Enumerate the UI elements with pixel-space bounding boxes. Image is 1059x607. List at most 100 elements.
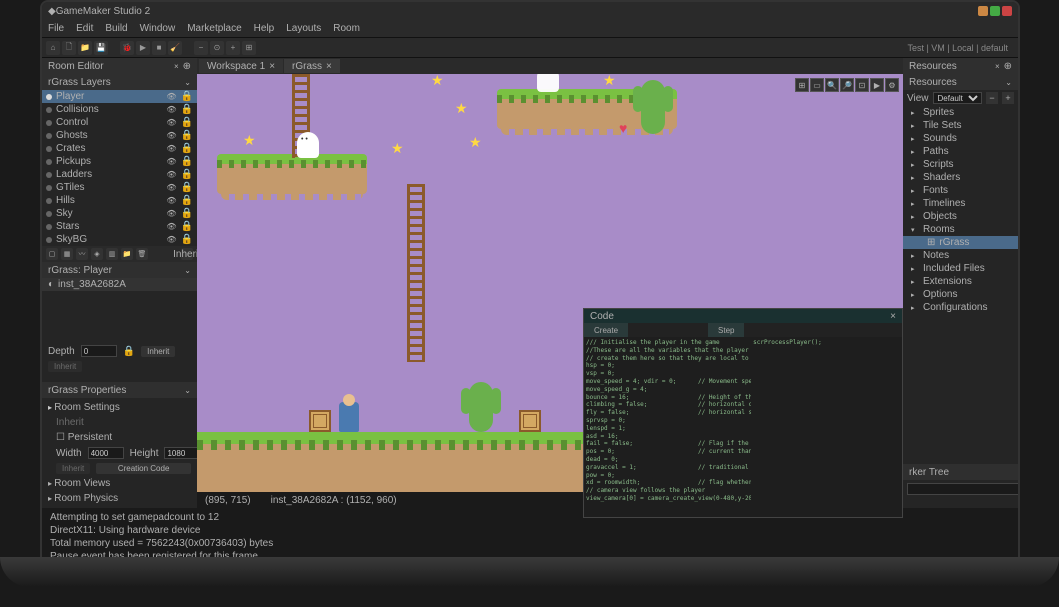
open-icon[interactable]: 📁 — [78, 41, 92, 55]
collapse-icon[interactable]: ⌄ — [184, 386, 191, 395]
minimize-icon[interactable] — [978, 6, 988, 16]
collapse-icon[interactable]: ⌄ — [184, 266, 191, 275]
zoom-in-icon[interactable]: + — [226, 41, 240, 55]
layer-row-skybg[interactable]: SkyBG👁🔒 — [42, 233, 197, 246]
settings-icon[interactable]: ⚙ — [885, 78, 899, 92]
lock-icon[interactable]: 🔒 — [181, 195, 193, 206]
inherit-button[interactable]: Inherit — [56, 463, 90, 474]
docking-icon[interactable]: ⊞ — [242, 41, 256, 55]
lock-icon[interactable]: 🔒 — [123, 346, 135, 357]
add-tab-icon[interactable]: ⊕ — [1004, 61, 1012, 72]
resource-options[interactable]: ▸Options — [903, 288, 1018, 301]
resource-objects[interactable]: ▸Objects — [903, 210, 1018, 223]
height-input[interactable] — [164, 447, 200, 459]
lock-icon[interactable]: 🔒 — [181, 234, 193, 245]
close-tab-icon[interactable]: × — [174, 62, 179, 71]
menu-file[interactable]: File — [48, 23, 64, 34]
expand-icon[interactable]: ▾ — [911, 226, 919, 234]
layer-row-gtiles[interactable]: GTiles👁🔒 — [42, 181, 197, 194]
room-editor-tab[interactable]: Room Editor × ⊕ — [42, 58, 197, 74]
layer-row-control[interactable]: Control👁🔒 — [42, 116, 197, 129]
resource-rgrass[interactable]: ⊞rGrass — [903, 236, 1018, 249]
close-tab-icon[interactable]: × — [269, 61, 275, 72]
visibility-icon[interactable]: 👁 — [166, 118, 176, 127]
lock-icon[interactable]: 🔒 — [181, 169, 193, 180]
folder-icon[interactable]: 📁 — [121, 248, 133, 260]
expand-icon[interactable]: ▸ — [911, 252, 919, 260]
close-icon[interactable] — [1002, 6, 1012, 16]
layer-row-sky[interactable]: Sky👁🔒 — [42, 207, 197, 220]
expand-icon[interactable]: ▸ — [911, 109, 919, 117]
resources-tab[interactable]: Resources × ⊕ — [903, 58, 1018, 74]
visibility-icon[interactable]: 👁 — [166, 144, 176, 153]
expand-icon[interactable]: ▸ — [911, 291, 919, 299]
zoom-reset-icon[interactable]: ⊙ — [210, 41, 224, 55]
event-create-tab[interactable]: Create — [584, 323, 628, 337]
close-icon[interactable]: × — [890, 311, 896, 322]
resource-included-files[interactable]: ▸Included Files — [903, 262, 1018, 275]
menu-layouts[interactable]: Layouts — [286, 23, 321, 34]
expand-icon[interactable]: ▸ — [911, 187, 919, 195]
lock-icon[interactable]: 🔒 — [181, 130, 193, 141]
visibility-icon[interactable]: 👁 — [166, 222, 176, 231]
persistent-checkbox[interactable]: ☐ — [56, 432, 65, 443]
room-physics-label[interactable]: Room Physics — [54, 493, 118, 504]
menu-help[interactable]: Help — [254, 23, 275, 34]
resource-notes[interactable]: ▸Notes — [903, 249, 1018, 262]
expand-icon[interactable]: ▸ — [911, 148, 919, 156]
view-select[interactable]: Default — [933, 92, 983, 104]
save-icon[interactable]: 💾 — [94, 41, 108, 55]
expand-icon[interactable]: ▸ — [911, 161, 919, 169]
visibility-icon[interactable]: 👁 — [166, 209, 176, 218]
zoom-fit-icon[interactable]: ⊡ — [855, 78, 869, 92]
depth-input[interactable] — [81, 345, 117, 357]
resource-shaders[interactable]: ▸Shaders — [903, 171, 1018, 184]
layer-row-pickups[interactable]: Pickups👁🔒 — [42, 155, 197, 168]
layer-row-stars[interactable]: Stars👁🔒 — [42, 220, 197, 233]
menu-edit[interactable]: Edit — [76, 23, 93, 34]
layer-row-ghosts[interactable]: Ghosts👁🔒 — [42, 129, 197, 142]
lock-icon[interactable]: 🔒 — [181, 91, 193, 102]
inherit-settings-button[interactable]: Inherit — [56, 417, 84, 428]
visibility-icon[interactable]: 👁 — [166, 196, 176, 205]
visibility-icon[interactable]: 👁 — [166, 170, 176, 179]
lock-icon[interactable]: 🔒 — [181, 182, 193, 193]
menu-marketplace[interactable]: Marketplace — [187, 23, 241, 34]
resources-header[interactable]: Resources ⌄ — [903, 74, 1018, 90]
expand-icon[interactable]: ▸ — [911, 278, 919, 286]
inherit-button[interactable]: Inherit — [48, 361, 82, 372]
add-tab-icon[interactable]: ⊕ — [183, 61, 191, 72]
expand-icon[interactable]: ▸ — [911, 122, 919, 130]
resource-configurations[interactable]: ▸Configurations — [903, 301, 1018, 314]
tab-rgrass[interactable]: rGrass× — [284, 59, 340, 73]
lock-icon[interactable]: 🔒 — [181, 117, 193, 128]
close-tab-icon[interactable]: × — [326, 61, 332, 72]
resource-timelines[interactable]: ▸Timelines — [903, 197, 1018, 210]
grid-icon[interactable]: ⊞ — [795, 78, 809, 92]
stop-icon[interactable]: ■ — [152, 41, 166, 55]
menu-window[interactable]: Window — [140, 23, 176, 34]
resource-rooms[interactable]: ▾Rooms — [903, 223, 1018, 236]
expand-icon[interactable]: ▸ — [911, 265, 919, 273]
add-path-layer-icon[interactable]: 〰 — [76, 248, 88, 260]
resource-paths[interactable]: ▸Paths — [903, 145, 1018, 158]
layer-row-hills[interactable]: Hills👁🔒 — [42, 194, 197, 207]
visibility-icon[interactable]: 👁 — [166, 157, 176, 166]
lock-icon[interactable]: 🔒 — [181, 208, 193, 219]
menu-build[interactable]: Build — [105, 23, 127, 34]
visibility-icon[interactable]: 👁 — [166, 183, 176, 192]
expand-icon[interactable]: ▸ — [911, 135, 919, 143]
tab-workspace[interactable]: Workspace 1× — [199, 59, 283, 73]
add-instance-layer-icon[interactable]: ▢ — [46, 248, 58, 260]
resource-sounds[interactable]: ▸Sounds — [903, 132, 1018, 145]
resource-scripts[interactable]: ▸Scripts — [903, 158, 1018, 171]
play-icon[interactable]: ▶ — [870, 78, 884, 92]
player-sprite[interactable] — [339, 402, 359, 432]
play-icon[interactable]: ▶ — [136, 41, 150, 55]
expand-icon[interactable]: ▸ — [911, 304, 919, 312]
lock-icon[interactable]: 🔒 — [181, 156, 193, 167]
layers-panel-header[interactable]: rGrass Layers ⌄ — [42, 74, 197, 90]
select-icon[interactable]: ▭ — [810, 78, 824, 92]
event-step-tab[interactable]: Step — [708, 323, 744, 337]
debug-icon[interactable]: 🐞 — [120, 41, 134, 55]
